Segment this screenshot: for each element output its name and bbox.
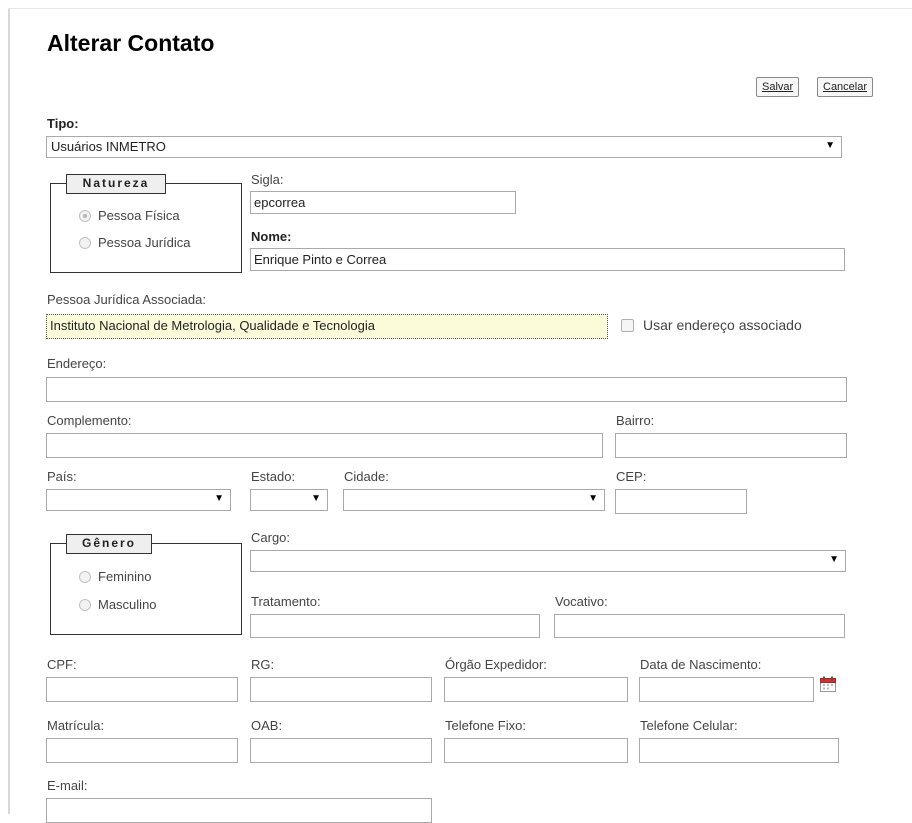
- chevron-down-icon: ▼: [825, 140, 835, 151]
- estado-select[interactable]: ▼: [250, 489, 328, 511]
- complemento-label: Complemento:: [47, 413, 132, 428]
- matricula-label: Matrícula:: [47, 718, 105, 733]
- bairro-label: Bairro:: [616, 413, 655, 428]
- vocativo-input[interactable]: [554, 614, 845, 638]
- usar-endereco-checkbox[interactable]: [621, 319, 634, 332]
- telefone-fixo-label: Telefone Fixo:: [445, 718, 526, 733]
- natureza-fieldset: [50, 183, 242, 273]
- complemento-input[interactable]: [46, 433, 603, 458]
- masculino-label: Masculino: [98, 597, 157, 612]
- chevron-down-icon: ▼: [214, 493, 224, 504]
- pais-select[interactable]: ▼: [46, 489, 231, 511]
- save-button[interactable]: Salvar: [756, 77, 800, 97]
- pj-associada-label: Pessoa Jurídica Associada:: [47, 292, 206, 307]
- email-input[interactable]: [46, 798, 432, 823]
- tratamento-label: Tratamento:: [251, 594, 321, 609]
- sigla-input[interactable]: epcorrea: [250, 191, 516, 214]
- telefone-celular-label: Telefone Celular:: [640, 718, 738, 733]
- oab-label: OAB:: [251, 718, 283, 733]
- nascimento-input[interactable]: [639, 677, 814, 702]
- orgao-input[interactable]: [444, 677, 628, 702]
- masculino-radio[interactable]: [79, 599, 91, 611]
- genero-legend: Gênero: [66, 534, 152, 554]
- chevron-down-icon: ▼: [829, 554, 839, 565]
- endereco-label: Endereço:: [47, 356, 107, 371]
- tratamento-input[interactable]: [250, 614, 540, 638]
- window-border-left: [8, 8, 10, 814]
- pessoa-fisica-radio[interactable]: [79, 210, 91, 222]
- telefone-celular-input[interactable]: [639, 738, 839, 763]
- cidade-select[interactable]: ▼: [343, 489, 605, 511]
- chevron-down-icon: ▼: [311, 493, 321, 504]
- pessoa-fisica-label: Pessoa Física: [98, 208, 180, 223]
- cidade-label: Cidade:: [344, 469, 389, 484]
- orgao-label: Órgão Expedidor:: [445, 657, 547, 672]
- chevron-down-icon: ▼: [588, 493, 598, 504]
- usar-endereco-label: Usar endereço associado: [643, 317, 802, 333]
- estado-label: Estado:: [251, 469, 296, 484]
- pj-associada-input[interactable]: Instituto Nacional de Metrologia, Qualid…: [46, 314, 608, 339]
- feminino-radio[interactable]: [79, 571, 91, 583]
- genero-fieldset: [50, 543, 242, 635]
- bairro-input[interactable]: [615, 433, 847, 458]
- nome-label: Nome:: [251, 229, 292, 244]
- cpf-label: CPF:: [47, 657, 77, 672]
- pessoa-juridica-radio[interactable]: [79, 237, 91, 249]
- tipo-label: Tipo:: [47, 116, 79, 131]
- rg-label: RG:: [251, 657, 275, 672]
- cep-label: CEP:: [616, 469, 647, 484]
- matricula-input[interactable]: [46, 738, 238, 763]
- vocativo-label: Vocativo:: [555, 594, 608, 609]
- nome-input[interactable]: Enrique Pinto e Correa: [250, 248, 845, 271]
- oab-input[interactable]: [250, 738, 432, 763]
- cargo-label: Cargo:: [251, 530, 291, 545]
- calendar-icon[interactable]: [820, 676, 836, 692]
- page-title: Alterar Contato: [47, 30, 215, 56]
- natureza-legend: Natureza: [66, 174, 166, 194]
- email-label: E-mail:: [47, 778, 88, 793]
- sigla-label: Sigla:: [251, 172, 284, 187]
- cargo-select[interactable]: ▼: [250, 550, 846, 572]
- endereco-input[interactable]: [46, 377, 847, 402]
- feminino-label: Feminino: [98, 569, 152, 584]
- cep-input[interactable]: [615, 489, 747, 514]
- rg-input[interactable]: [250, 677, 432, 702]
- cpf-input[interactable]: [46, 677, 238, 702]
- pessoa-juridica-label: Pessoa Jurídica: [98, 235, 191, 250]
- tipo-value: Usuários INMETRO: [51, 139, 166, 154]
- tipo-select[interactable]: Usuários INMETRO ▼: [46, 136, 842, 158]
- nascimento-label: Data de Nascimento:: [640, 657, 762, 672]
- cancel-button[interactable]: Cancelar: [817, 77, 874, 97]
- window-border-top: [8, 8, 912, 9]
- pais-label: País:: [47, 469, 77, 484]
- telefone-fixo-input[interactable]: [444, 738, 628, 763]
